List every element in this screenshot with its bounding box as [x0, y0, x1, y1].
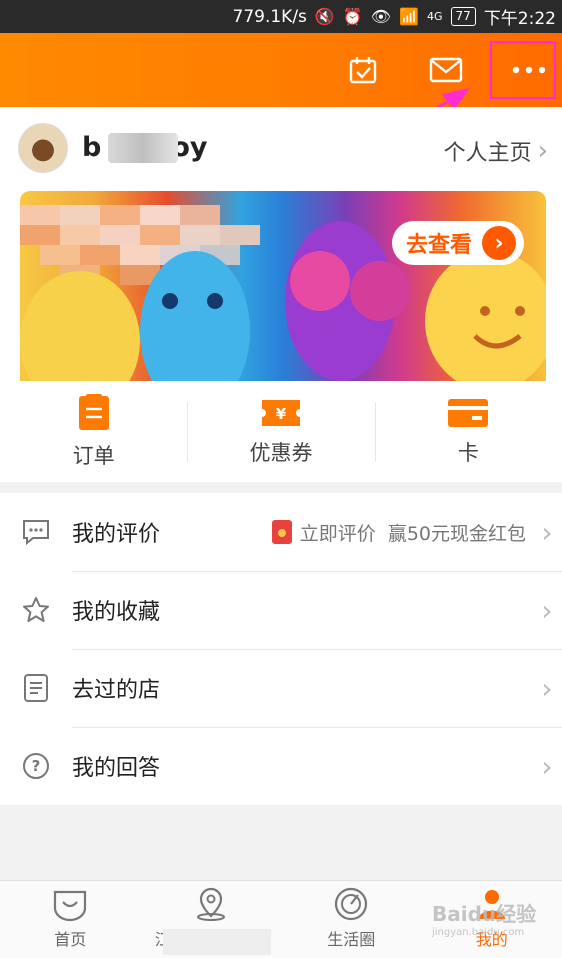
order-clipboard-icon [78, 394, 109, 430]
red-envelope-icon [271, 520, 292, 544]
compass-ring-icon [335, 887, 368, 921]
network-speed: 779.1K/s [232, 6, 307, 27]
location-pin-icon [196, 887, 225, 921]
shortcut-row: 订单 ¥ 优惠券 卡 [0, 382, 562, 482]
shortcut-orders[interactable]: 订单 [0, 382, 187, 482]
card-icon [448, 399, 489, 427]
profile-section: b oy 个人主页 › 去查看 › [0, 107, 562, 382]
tab-label: 首页 [54, 930, 87, 949]
question-circle-icon: ? [0, 751, 72, 781]
menu-item-my-answers[interactable]: ? 我的回答 › [0, 727, 562, 805]
baidu-watermark: Baidu经验 jingyan.baidu.com [432, 898, 536, 938]
svg-text:?: ? [32, 757, 41, 775]
network-type: 4G [427, 10, 443, 23]
more-dots-icon[interactable] [511, 53, 547, 87]
menu-item-my-favorites[interactable]: 我的收藏 › [0, 571, 562, 649]
chevron-right-icon: › [541, 671, 553, 705]
avatar[interactable] [18, 123, 68, 173]
shortcut-cards[interactable]: 卡 [374, 382, 562, 482]
menu-item-my-reviews[interactable]: 我的评价 立即评价 赢50元现金红包 › [0, 493, 562, 571]
comment-bubble-icon [0, 518, 72, 546]
tab-life-circle[interactable]: 生活圈 [281, 881, 422, 958]
battery-indicator: 77 [450, 7, 476, 26]
username-mask [108, 133, 178, 163]
watermark-text: Baidu经验 [432, 902, 537, 926]
personal-homepage-link[interactable]: 个人主页 › [444, 135, 548, 167]
document-list-icon [0, 673, 72, 703]
clock: 下午2:22 [483, 9, 556, 29]
chevron-right-icon: › [541, 593, 553, 627]
wifi-icon: 📶 [399, 7, 419, 26]
tab-home[interactable]: 首页 [0, 881, 141, 958]
eye-icon: 👁 [370, 7, 392, 26]
coupon-yen-icon: ¥ [261, 400, 300, 426]
tab-label: 生活圈 [327, 930, 376, 949]
location-mask [163, 929, 271, 955]
menu-list: 我的评价 立即评价 赢50元现金红包 › 我的收藏 › 去过的店 › ? 我的回… [0, 493, 562, 805]
menu-label: 去过的店 [72, 678, 161, 703]
watermark-sub: jingyan.baidu.com [432, 927, 525, 938]
home-smile-icon [54, 890, 87, 922]
cash-promo-text: 赢50元现金红包 [387, 522, 526, 545]
mute-icon: 🔇 [314, 7, 335, 26]
chevron-right-icon: › [541, 515, 553, 549]
arrow-right-icon: › [482, 226, 517, 260]
banner-cta-button[interactable]: 去查看 › [392, 221, 525, 265]
banner-artwork [20, 221, 546, 381]
review-now-link: 立即评价 [299, 522, 376, 545]
menu-item-visited-shops[interactable]: 去过的店 › [0, 649, 562, 727]
shortcut-coupons[interactable]: ¥ 优惠券 [187, 382, 374, 482]
menu-label: 我的收藏 [72, 600, 161, 625]
menu-label: 我的评价 [72, 522, 161, 547]
menu-label: 我的回答 [72, 756, 161, 781]
shortcut-label: 优惠券 [249, 441, 313, 465]
svg-text:¥: ¥ [276, 405, 287, 423]
status-bar: 779.1K/s 🔇 ⏰ 👁 📶 4G 77 下午2:22 [0, 0, 562, 33]
shortcut-label: 订单 [72, 444, 115, 468]
banner-cta-label: 去查看 [406, 233, 473, 258]
alarm-icon: ⏰ [342, 7, 363, 26]
shortcut-label: 卡 [457, 441, 479, 465]
chevron-right-icon: › [537, 136, 548, 166]
username-start: b [82, 132, 102, 163]
homepage-label: 个人主页 [443, 141, 532, 166]
star-icon [0, 595, 72, 625]
chevron-right-icon: › [541, 749, 553, 783]
review-promo[interactable]: 立即评价 赢50元现金红包 [271, 519, 526, 546]
promo-banner[interactable]: 去查看 › [20, 191, 546, 381]
